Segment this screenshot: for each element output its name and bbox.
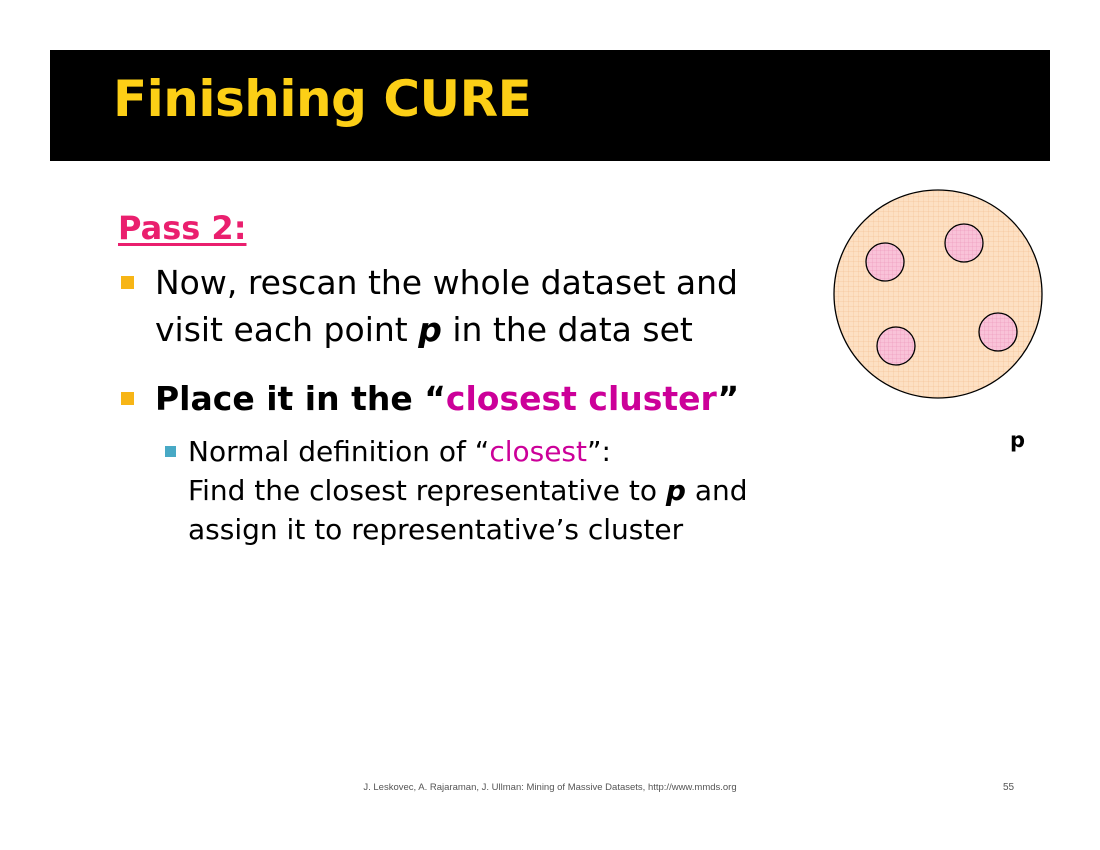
title-bar: Finishing CURE <box>50 50 1050 161</box>
bullet-rescan: Now, rescan the whole dataset and visit … <box>118 259 818 353</box>
bullet-square-icon <box>121 392 134 405</box>
sub-bullet-line1c: ”: <box>587 435 611 468</box>
representative-point-top-left <box>865 242 905 282</box>
sub-bullet-definition: Normal definition of “closest”: Find the… <box>162 432 818 549</box>
sub-bullet-line3: assign it to representative’s cluster <box>188 513 684 546</box>
page-number: 55 <box>1003 782 1015 793</box>
closest-highlight: closest <box>489 435 587 468</box>
bullet-square-icon <box>121 276 134 289</box>
point-p-label: p <box>1010 428 1026 452</box>
point-p-emphasis: p <box>665 474 686 507</box>
sub-bullet-square-icon <box>165 446 176 457</box>
cluster-circle <box>833 189 1043 399</box>
sub-bullet-line2a: Find the closest representative to <box>188 474 666 507</box>
slide-content: Pass 2: Now, rescan the whole dataset an… <box>118 205 818 549</box>
footer-citation: J. Leskovec, A. Rajaraman, J. Ullman: Mi… <box>363 782 737 793</box>
point-p-emphasis: p <box>418 310 442 349</box>
bullet-rescan-line2b: in the data set <box>441 310 693 349</box>
representative-point-bottom-right <box>978 312 1018 352</box>
bullet-place-a: Place it in the “ <box>155 379 446 418</box>
sub-bullet-line2c: and <box>685 474 748 507</box>
sub-bullet-line1a: Normal definition of “ <box>188 435 490 468</box>
bullet-rescan-line2a: visit each point <box>155 310 419 349</box>
cluster-diagram <box>833 189 1043 399</box>
bullet-place-c: ” <box>717 379 740 418</box>
pass-label: Pass 2: <box>118 209 247 247</box>
closest-cluster-highlight: closest cluster <box>445 379 718 418</box>
bullet-place: Place it in the “closest cluster” <box>118 375 818 422</box>
bullet-rescan-line1: Now, rescan the whole dataset and <box>155 263 738 302</box>
slide-title: Finishing CURE <box>113 70 532 128</box>
representative-point-bottom-left <box>876 326 916 366</box>
representative-point-top-right <box>944 223 984 263</box>
